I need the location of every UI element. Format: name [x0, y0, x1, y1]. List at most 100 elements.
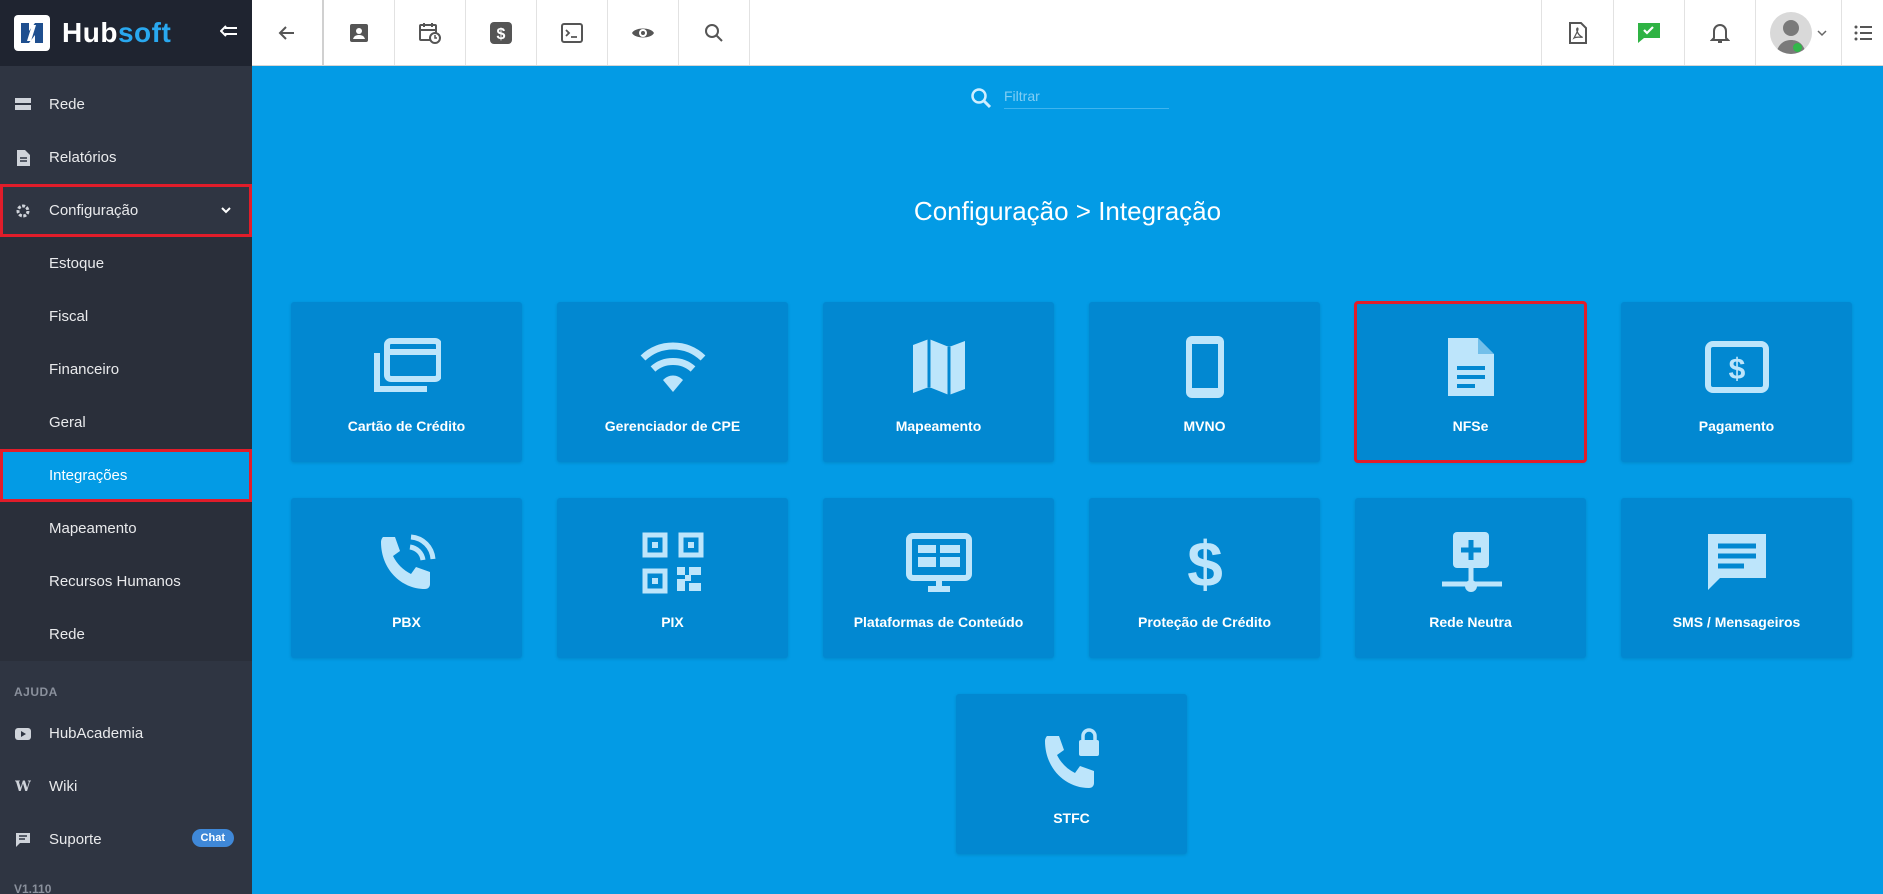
card-label: Rede Neutra	[1429, 614, 1512, 630]
user-menu-button[interactable]	[1755, 0, 1841, 65]
chat-icon	[14, 831, 32, 849]
card-nfse[interactable]: NFSe	[1354, 301, 1587, 463]
sidebar-subitem-label: Estoque	[49, 255, 105, 272]
card-pix[interactable]: PIX	[557, 498, 788, 658]
svg-text:$: $	[1728, 353, 1745, 386]
sidebar-subitem-label: Geral	[49, 414, 86, 431]
sidebar-subitem-recursos-humanos[interactable]: Recursos Humanos	[0, 555, 252, 608]
messages-button[interactable]	[1613, 0, 1684, 65]
sidebar-item-label: Suporte	[49, 831, 102, 848]
sidebar-item-rede[interactable]: Rede	[0, 78, 252, 131]
card-protecao-de-credito[interactable]: $ Proteção de Crédito	[1089, 498, 1320, 658]
view-button[interactable]	[608, 0, 679, 65]
sidebar-item-label: Rede	[49, 96, 85, 113]
pdf-file-icon	[1568, 21, 1587, 44]
sidebar-subitem-rede[interactable]: Rede	[0, 608, 252, 661]
phone-call-icon	[372, 528, 442, 598]
back-button[interactable]	[252, 0, 324, 65]
pdf-button[interactable]	[1541, 0, 1613, 65]
card-plataformas-de-conteudo[interactable]: Plataformas de Conteúdo	[823, 498, 1054, 658]
sidebar-subitem-mapeamento[interactable]: Mapeamento	[0, 502, 252, 555]
monitor-content-icon	[904, 528, 974, 598]
payment-icon: $	[1702, 332, 1772, 402]
server-icon	[14, 96, 32, 114]
smartphone-icon	[1170, 332, 1240, 402]
card-sms-mensageiros[interactable]: SMS / Mensageiros	[1621, 498, 1852, 658]
sidebar-item-label: Wiki	[49, 778, 78, 795]
version-label: V1.110	[14, 882, 52, 894]
card-label: Gerenciador de CPE	[604, 418, 741, 434]
card-mapeamento[interactable]: Mapeamento	[823, 302, 1054, 462]
map-icon	[904, 332, 974, 402]
card-label: STFC	[1053, 810, 1090, 826]
card-cartao-de-credito[interactable]: Cartão de Crédito	[291, 302, 522, 462]
top-toolbar-right	[1541, 0, 1883, 65]
filter-input[interactable]	[1004, 86, 1169, 109]
card-stfc[interactable]: STFC	[956, 694, 1187, 854]
message-icon	[1702, 528, 1772, 598]
terminal-icon	[561, 22, 583, 43]
sidebar-subitem-label: Recursos Humanos	[49, 573, 181, 590]
help-section-label: AJUDA	[14, 685, 58, 699]
hubsoft-logo-icon[interactable]	[14, 15, 50, 51]
card-mvno[interactable]: MVNO	[1089, 302, 1320, 462]
finance-button[interactable]: $	[466, 0, 537, 65]
sidebar-subitem-fiscal[interactable]: Fiscal	[0, 290, 252, 343]
terminal-button[interactable]	[537, 0, 608, 65]
avatar	[1770, 11, 1812, 54]
collapse-sidebar-icon[interactable]	[219, 22, 238, 40]
sidebar-item-configuracao[interactable]: Configuração	[0, 184, 252, 237]
chat-badge[interactable]: Chat	[191, 829, 234, 847]
sidebar-item-relatorios[interactable]: Relatórios	[0, 131, 252, 184]
card-gerenciador-de-cpe[interactable]: Gerenciador de CPE	[557, 302, 788, 462]
card-label: Mapeamento	[895, 418, 982, 434]
gear-icon	[14, 202, 32, 220]
card-label: PIX	[661, 614, 684, 630]
dollar-box-icon: $	[490, 21, 512, 44]
brand-header: Hubsoft	[0, 0, 252, 66]
online-status-dot	[1793, 42, 1802, 52]
sidebar-subitem-label: Integrações	[49, 467, 128, 484]
sidebar-subitem-integracoes[interactable]: Integrações	[0, 449, 252, 502]
network-node-icon	[1436, 528, 1506, 598]
search-icon	[705, 23, 723, 42]
sidebar-item-hubacademia[interactable]: HubAcademia	[0, 707, 252, 760]
card-pagamento[interactable]: $ Pagamento	[1621, 302, 1852, 462]
card-rede-neutra[interactable]: Rede Neutra	[1355, 498, 1586, 658]
eye-icon	[632, 28, 654, 37]
page-title: Configuração > Integração	[913, 196, 1222, 226]
sidebar-subitem-geral[interactable]: Geral	[0, 396, 252, 449]
sidebar-subitem-financeiro[interactable]: Financeiro	[0, 343, 252, 396]
calendar-clock-icon	[419, 22, 441, 44]
credit-cards-icon	[372, 332, 442, 402]
clients-button[interactable]	[324, 0, 395, 65]
document-icon	[1436, 332, 1506, 402]
sidebar-item-label: Configuração	[49, 202, 139, 219]
wikipedia-icon: W	[15, 778, 31, 795]
wifi-icon	[638, 332, 708, 402]
sidebar-item-label: Relatórios	[49, 149, 117, 166]
svg-text:$: $	[497, 26, 506, 43]
card-label: PBX	[392, 614, 421, 630]
sidebar-item-suporte[interactable]: Suporte Chat	[0, 813, 252, 866]
search-icon	[971, 87, 992, 108]
top-toolbar: $	[252, 0, 1883, 66]
schedule-button[interactable]	[395, 0, 466, 65]
sidebar-subitem-estoque[interactable]: Estoque	[0, 237, 252, 290]
qr-code-icon	[638, 528, 708, 598]
card-pbx[interactable]: PBX	[291, 498, 522, 658]
sidebar-item-label: HubAcademia	[49, 725, 144, 742]
menu-list-button[interactable]	[1841, 0, 1883, 65]
sidebar-subitem-label: Financeiro	[49, 361, 120, 378]
sidebar-subitem-label: Rede	[49, 626, 85, 643]
sidebar-item-wiki[interactable]: W Wiki	[0, 760, 252, 813]
filter-bar	[970, 86, 1169, 109]
arrow-left-icon	[278, 25, 294, 40]
chat-check-icon	[1638, 22, 1660, 43]
search-button[interactable]	[679, 0, 750, 65]
phone-lock-icon	[1037, 724, 1107, 794]
notifications-button[interactable]	[1684, 0, 1755, 65]
svg-text:$: $	[1187, 530, 1223, 596]
card-label: SMS / Mensageiros	[1672, 614, 1801, 630]
card-label: Plataformas de Conteúdo	[853, 614, 1024, 630]
